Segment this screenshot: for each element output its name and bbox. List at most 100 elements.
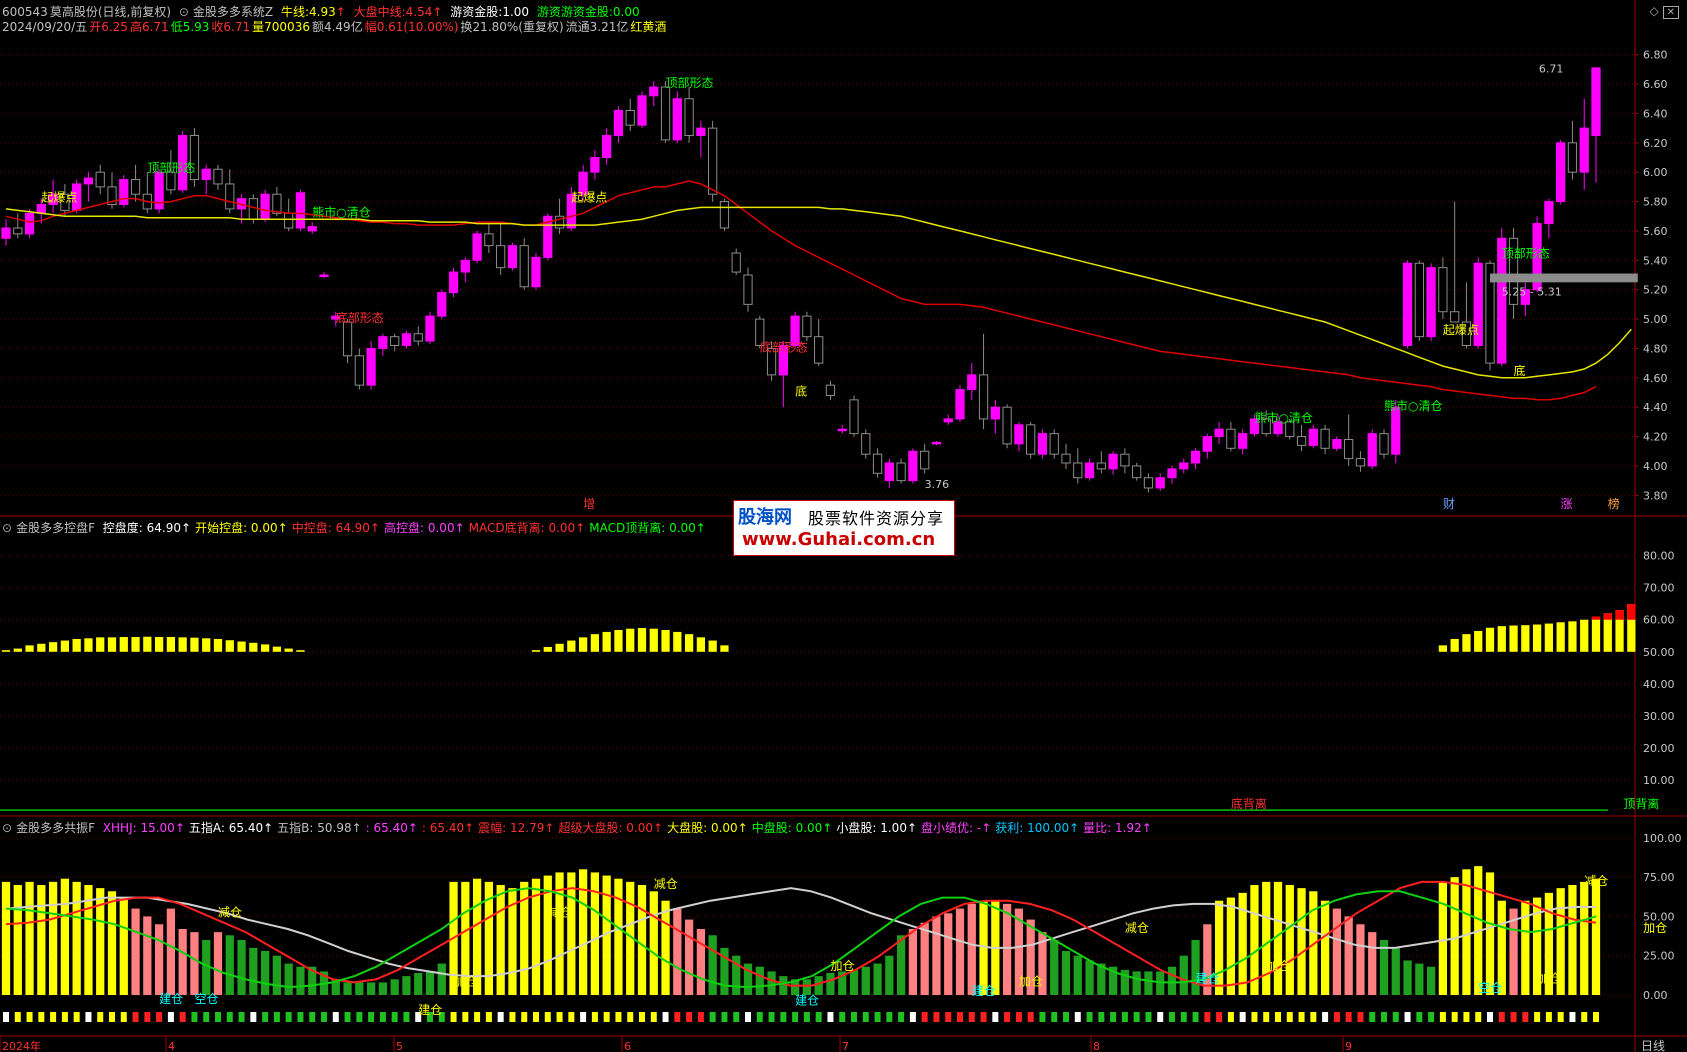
dapan-label: 大盘中线:: [353, 5, 406, 19]
watermark-line3: www.Guhai.com.cn: [742, 529, 936, 550]
candle-body: [260, 193, 270, 220]
candle-body: [284, 212, 294, 229]
y-tick-label-p1: 5.00: [1643, 313, 1668, 326]
resonance-bar: [873, 963, 882, 995]
candle-body: [872, 453, 883, 474]
candle-body: [1143, 477, 1154, 489]
annotation-high-value: 6.71: [1539, 62, 1564, 75]
resonance-bar: [355, 982, 364, 995]
resonance-bar: [908, 929, 918, 995]
panel3-item-8: 中盘股: 0.00↑: [751, 821, 833, 835]
signal-square: [462, 1012, 469, 1022]
annotation-bottom: 底: [795, 383, 807, 398]
control-bar: [720, 645, 729, 652]
candle-body: [1155, 477, 1165, 489]
indicator-collapse-icon[interactable]: ⊙: [179, 5, 189, 19]
control-bar: [225, 640, 234, 652]
resonance-bar: [1403, 960, 1412, 995]
resonance-bar: [1426, 966, 1436, 995]
y-tick-label-p1: 6.00: [1643, 166, 1668, 179]
signal-square: [1381, 1012, 1387, 1022]
resonance-bar: [637, 885, 647, 995]
x-axis-label: 9: [1345, 1040, 1352, 1052]
close-box-icon[interactable]: ✕: [1662, 6, 1679, 19]
signal-square: [1416, 1012, 1423, 1022]
panel3-collapse-icon[interactable]: ⊙: [2, 821, 12, 835]
panel2-title[interactable]: 金股多多控盘F: [16, 521, 95, 535]
resonance-bar: [190, 932, 199, 995]
resonance-bar: [696, 929, 706, 995]
panel2-item-1: 开始控盘: 0.00↑: [195, 521, 288, 535]
resonance-bar: [437, 963, 446, 995]
resonance-bar: [260, 951, 270, 995]
annotation-add: 加仓: [830, 959, 854, 973]
resonance-bar: [1344, 916, 1353, 995]
quote-turnover: 换21.80%(重复权): [460, 20, 564, 34]
candle-body: [743, 274, 753, 305]
signal-square: [1392, 1012, 1399, 1022]
signal-square: [1157, 1012, 1164, 1022]
tag-label: 涨: [1561, 496, 1573, 511]
signal-square: [262, 1012, 269, 1022]
annotation-reduce: 减仓: [1125, 921, 1149, 935]
control-bar: [1, 650, 11, 652]
candle-body: [719, 201, 730, 229]
signal-square: [1027, 1012, 1034, 1022]
candle-body: [1344, 439, 1354, 460]
panel3-item-9: 小盘股: 1.00↑: [836, 821, 918, 835]
resonance-bar: [296, 966, 305, 995]
signal-square: [1310, 1012, 1317, 1022]
signal-square: [992, 1012, 999, 1022]
candle-body: [1308, 428, 1318, 446]
resonance-bar: [225, 935, 234, 995]
signal-square: [674, 1012, 681, 1022]
candle-body: [943, 418, 953, 423]
y-tick-label-p1: 6.40: [1643, 107, 1668, 120]
resonance-bar: [402, 976, 411, 995]
resonance-bar: [896, 935, 906, 995]
range-bar: [1490, 273, 1638, 283]
signal-square: [733, 1012, 740, 1022]
signal-square: [980, 1012, 987, 1022]
resonance-bar: [649, 891, 658, 995]
signal-square: [921, 1012, 928, 1022]
indicator-name[interactable]: 金股多多系统Z: [193, 5, 273, 19]
resonance-bar: [1179, 955, 1188, 995]
resonance-bar: [1450, 877, 1459, 995]
signal-square: [851, 1012, 857, 1022]
diamond-icon[interactable]: ◇: [1650, 4, 1659, 18]
panel2-collapse-icon[interactable]: ⊙: [2, 521, 12, 535]
quote-date: 2024/09/20/五: [2, 20, 88, 34]
y-tick-label-p2: 30.00: [1643, 710, 1675, 723]
signal-square: [238, 1012, 245, 1022]
panel2-header: ⊙ 金股多多控盘F 控盘度: 64.90↑ 开始控盘: 0.00↑ 中控盘: 64.9…: [2, 520, 710, 536]
y-tick-label-p3: 100.00: [1643, 832, 1682, 845]
signal-square: [627, 1012, 634, 1022]
signal-square: [1227, 1012, 1234, 1022]
annotation-add: 加仓: [1019, 975, 1043, 989]
panel3-item-10: 盘小绩优: -↑: [921, 821, 992, 835]
quote-amount: 额4.49亿: [311, 20, 363, 34]
candle-body: [354, 355, 364, 386]
tag-label: 榜: [1608, 496, 1620, 511]
signal-square: [250, 1012, 257, 1022]
control-bar: [1450, 638, 1459, 652]
panel3-title[interactable]: 金股多多共振F: [16, 821, 95, 835]
quote-change: 幅0.61(10.00%): [364, 20, 459, 34]
candle-body: [1132, 465, 1142, 479]
candle-body: [1367, 433, 1377, 467]
y-tick-label-p1: 5.20: [1643, 284, 1668, 297]
y-tick-label-p1: 4.20: [1643, 431, 1668, 444]
signal-square: [1015, 1012, 1022, 1022]
candle-body: [1014, 424, 1024, 445]
control-bar: [249, 642, 258, 652]
signal-square: [521, 1012, 528, 1022]
candle-body: [1108, 453, 1118, 470]
candle-body: [1202, 436, 1212, 452]
signal-square: [50, 1012, 57, 1022]
window-controls: ◇ ✕: [1650, 4, 1679, 19]
quote-low: 低5.93: [170, 20, 210, 34]
signal-square: [1251, 1012, 1258, 1022]
signal-square: [26, 1012, 33, 1022]
signal-square: [344, 1012, 351, 1022]
